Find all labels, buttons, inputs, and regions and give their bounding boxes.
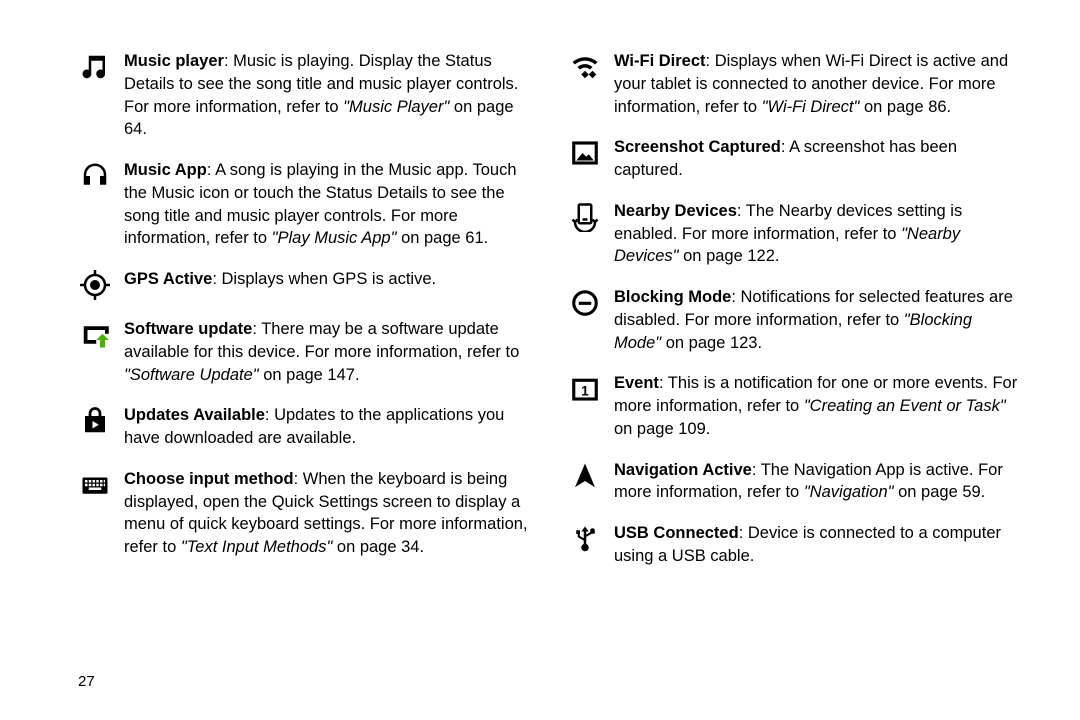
navigation-arrow-icon [570,461,600,491]
entry-title: Navigation Active [614,461,752,479]
entry-blocking-mode: Blocking Mode: Notifications for selecte… [570,286,1020,354]
updates-available-icon [80,406,110,436]
entry-gps-active: GPS Active: Displays when GPS is active. [80,268,530,300]
entry-title: USB Connected [614,524,739,542]
right-column: Wi-Fi Direct: Displays when Wi-Fi Direct… [550,50,1040,700]
headphones-icon [80,161,110,191]
entry-text: Music App: A song is playing in the Musi… [124,159,530,250]
usb-icon [570,524,600,554]
entry-updates-available: Updates Available: Updates to the applic… [80,404,530,450]
entry-title: Blocking Mode [614,288,731,306]
entry-text: Screenshot Captured: A screenshot has be… [614,136,1020,182]
entry-ref: "Play Music App" [272,229,397,247]
entry-title: Music App [124,161,207,179]
entry-title: Wi-Fi Direct [614,52,706,70]
entry-navigation-active: Navigation Active: The Navigation App is… [570,459,1020,505]
entry-title: Updates Available [124,406,265,424]
entry-nearby-devices: Nearby Devices: The Nearby devices setti… [570,200,1020,268]
entry-tail: on page 61. [396,229,488,247]
svg-text:1: 1 [581,384,589,399]
entry-title: Event [614,374,659,392]
entry-text: USB Connected: Device is connected to a … [614,522,1020,568]
entry-wifi-direct: Wi-Fi Direct: Displays when Wi-Fi Direct… [570,50,1020,118]
keyboard-icon [80,470,110,500]
entry-title: Nearby Devices [614,202,737,220]
left-column: Music player: Music is playing. Display … [60,50,550,700]
entry-text: GPS Active: Displays when GPS is active. [124,268,436,291]
entry-tail: on page 86. [859,98,951,116]
entry-choose-input-method: Choose input method: When the keyboard i… [80,468,530,559]
entry-title: Screenshot Captured [614,138,781,156]
entry-text: Navigation Active: The Navigation App is… [614,459,1020,505]
page-number: 27 [78,673,95,690]
entry-body: : Displays when GPS is active. [212,270,436,288]
entry-music-app: Music App: A song is playing in the Musi… [80,159,530,250]
software-update-icon [80,320,110,350]
entry-tail: on page 109. [614,420,710,438]
manual-page: Music player: Music is playing. Display … [0,0,1080,720]
wifi-direct-icon [570,52,600,82]
entry-ref: "Software Update" [124,366,259,384]
entry-title: Choose input method [124,470,294,488]
entry-text: Choose input method: When the keyboard i… [124,468,530,559]
entry-event: 1 Event: This is a notification for one … [570,372,1020,440]
entry-title: Software update [124,320,252,338]
entry-text: Software update: There may be a software… [124,318,530,386]
entry-ref: "Navigation" [804,483,894,501]
entry-text: Nearby Devices: The Nearby devices setti… [614,200,1020,268]
calendar-event-icon: 1 [570,374,600,404]
entry-text: Wi-Fi Direct: Displays when Wi-Fi Direct… [614,50,1020,118]
entry-screenshot-captured: Screenshot Captured: A screenshot has be… [570,136,1020,182]
entry-tail: on page 123. [661,334,762,352]
entry-text: Music player: Music is playing. Display … [124,50,530,141]
entry-text: Event: This is a notification for one or… [614,372,1020,440]
entry-tail: on page 59. [894,483,986,501]
blocking-mode-icon [570,288,600,318]
picture-icon [570,138,600,168]
entry-title: GPS Active [124,270,212,288]
entry-ref: "Creating an Event or Task" [804,397,1006,415]
entry-title: Music player [124,52,224,70]
entry-music-player: Music player: Music is playing. Display … [80,50,530,141]
entry-tail: on page 34. [332,538,424,556]
nearby-devices-icon [570,202,600,232]
entry-text: Blocking Mode: Notifications for selecte… [614,286,1020,354]
entry-ref: "Text Input Methods" [181,538,332,556]
entry-text: Updates Available: Updates to the applic… [124,404,530,450]
music-notes-icon [80,52,110,82]
entry-ref: "Wi-Fi Direct" [762,98,860,116]
gps-target-icon [80,270,110,300]
entry-tail: on page 122. [679,247,780,265]
entry-software-update: Software update: There may be a software… [80,318,530,386]
entry-usb-connected: USB Connected: Device is connected to a … [570,522,1020,568]
entry-tail: on page 147. [259,366,360,384]
entry-ref: "Music Player" [343,98,449,116]
